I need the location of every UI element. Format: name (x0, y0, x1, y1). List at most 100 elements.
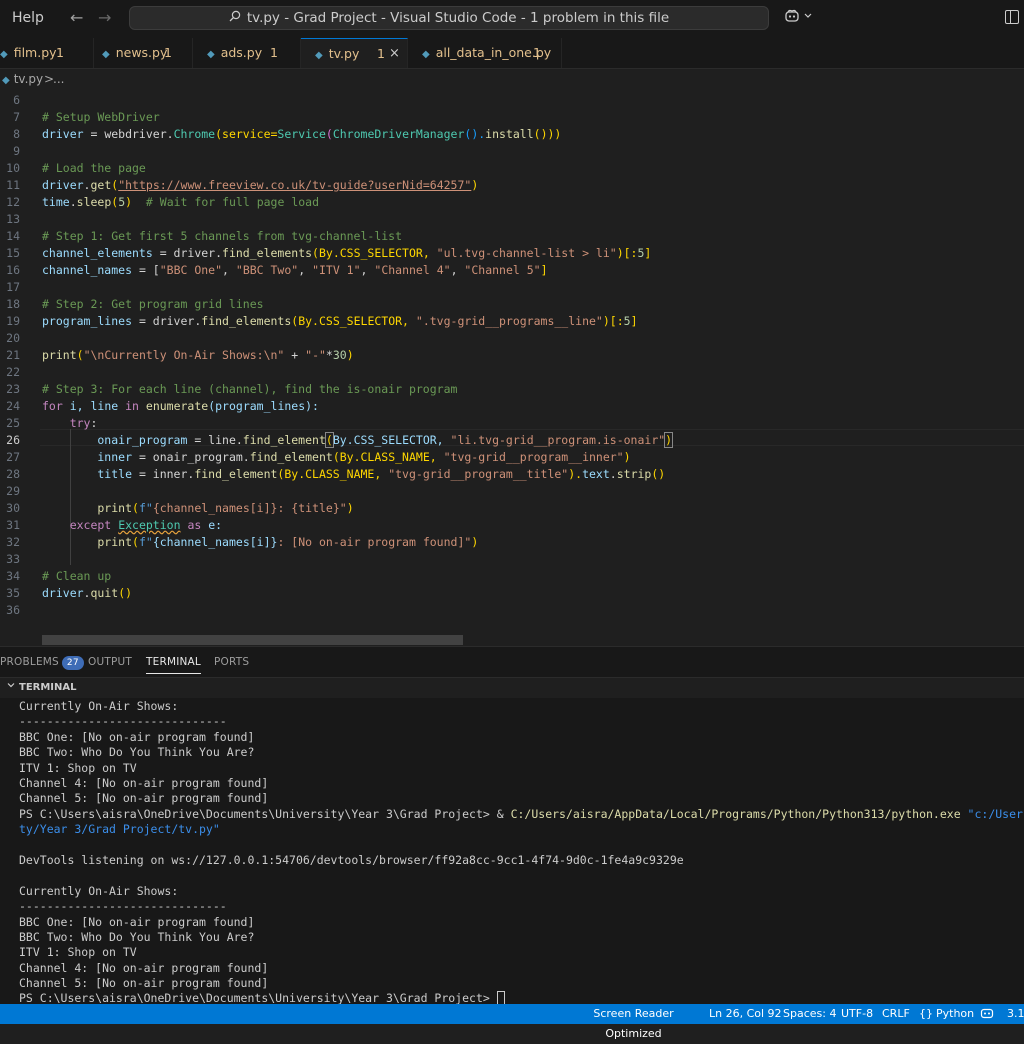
tab-news-py[interactable]: ◆ news.py 1 (94, 38, 193, 68)
line-number: 6 (13, 93, 20, 107)
line-number: 33 (6, 552, 20, 566)
code-text: onair_program = line.find_element(By.CSS… (42, 432, 674, 448)
code-text: program_lines = driver.find_elements(By.… (42, 314, 638, 328)
tab-all-data-in-one-py[interactable]: ◆ all_data_in_one.py 1 (408, 38, 562, 68)
line-number: 24 (6, 399, 20, 413)
line-number: 23 (6, 382, 20, 396)
line-number: 19 (6, 314, 20, 328)
terminal-line: BBC One: [No on-air program found] (19, 915, 255, 929)
tab-label: tv.py (328, 46, 360, 61)
line-number: 7 (13, 110, 20, 124)
breadcrumb-symbol[interactable]: ... (53, 72, 64, 86)
command-center-text: tv.py - Grad Project - Visual Studio Cod… (246, 10, 670, 26)
terminal-command-line-wrap: ty/Year 3/Grad Project/tv.py" (19, 822, 220, 836)
code-text: print(f"{channel_names[i]}: {title}") (42, 501, 354, 515)
breadcrumb-file-label: tv.py (13, 72, 44, 86)
python-file-icon: ◆ (2, 75, 10, 86)
status-bar-right: Ln 26, Col 92 Spaces: 4 UTF-8 CRLF {} Py… (702, 1004, 1024, 1024)
braces-icon: {} (919, 1007, 933, 1020)
status-bar: Screen Reader Optimized Ln 26, Col 92 Sp… (0, 1004, 1024, 1040)
code-text: channel_elements = driver.find_elements(… (42, 246, 652, 260)
code-text: title = inner.find_element(By.CLASS_NAME… (42, 467, 666, 481)
terminal-line: BBC One: [No on-air program found] (19, 730, 255, 744)
problem-squiggle[interactable]: Exception (118, 518, 180, 532)
line-number: 9 (13, 144, 20, 158)
line-number: 15 (6, 246, 20, 260)
chevron-down-icon[interactable] (804, 11, 812, 22)
breadcrumb-file[interactable]: ◆ tv.py (2, 72, 43, 86)
line-number: 27 (6, 450, 20, 464)
line-number: 10 (6, 161, 20, 175)
indentation-setting[interactable]: Spaces: 4 (783, 1007, 836, 1020)
command-center-search[interactable]: tv.py - Grad Project - Visual Studio Cod… (129, 6, 769, 30)
code-text: # Step 1: Get first 5 channels from tvg-… (42, 229, 403, 243)
editor-tab-bar: ◆ film.py 1 ◆ news.py 1 ◆ ads.py 1 ◆ tv.py 1… (0, 38, 1024, 69)
tab-ads-py[interactable]: ◆ ads.py 1 (193, 38, 301, 68)
bottom-panel: PROBLEMS 27 OUTPUT TERMINAL PORTS TERMINA… (0, 646, 1024, 1006)
close-icon[interactable]: × (389, 39, 400, 69)
terminal-line: ------------------------------ (19, 714, 227, 728)
terminal-line: ------------------------------ (19, 899, 227, 913)
tab-output[interactable]: OUTPUT (88, 656, 132, 668)
line-number: 14 (6, 229, 20, 243)
python-version[interactable]: 3.13 (1007, 1007, 1024, 1020)
terminal-line: DevTools listening on ws://127.0.0.1:547… (19, 853, 684, 867)
search-icon (229, 8, 241, 30)
chevron-down-icon[interactable] (6, 680, 16, 693)
line-number: 18 (6, 297, 20, 311)
tab-problems-label: PROBLEMS (0, 656, 59, 668)
line-number: 17 (6, 280, 20, 294)
line-number: 16 (6, 263, 20, 277)
tab-problems[interactable]: PROBLEMS 27 (0, 656, 84, 670)
tab-label: news.py (115, 45, 168, 60)
code-text: # Step 2: Get program grid lines (42, 297, 264, 311)
terminal-line: BBC Two: Who Do You Think You Are? (19, 930, 255, 944)
line-number: 25 (6, 416, 20, 430)
breadcrumb: ◆ tv.py > ... (0, 69, 1024, 89)
code-text: # Clean up (42, 569, 112, 583)
tab-problem-count: 1 (377, 46, 385, 61)
tab-ports[interactable]: PORTS (214, 656, 249, 668)
copilot-status-icon[interactable] (980, 1007, 994, 1022)
python-file-icon: ◆ (315, 50, 323, 61)
url-link[interactable]: "https://www.freeview.co.uk/tv-guide?use… (118, 178, 471, 192)
line-number: 20 (6, 331, 20, 345)
menu-help[interactable]: Help (12, 10, 44, 26)
tab-tv-py[interactable]: ◆ tv.py 1 × (301, 38, 408, 68)
screen-reader-status[interactable]: Screen Reader Optimized (565, 1004, 702, 1040)
line-number: 21 (6, 348, 20, 362)
title-bar: Help ← → tv.py - Grad Project - Visual S… (0, 0, 1024, 38)
terminal-section-header[interactable]: TERMINAL (0, 677, 1024, 698)
line-number: 32 (6, 535, 20, 549)
encoding[interactable]: UTF-8 (841, 1007, 873, 1020)
line-number: 30 (6, 501, 20, 515)
back-arrow-icon[interactable]: ← (70, 8, 83, 27)
line-number: 13 (6, 212, 20, 226)
line-number: 8 (13, 127, 20, 141)
tab-label: ads.py (220, 45, 263, 60)
code-text: driver = webdriver.Chrome(service=Servic… (42, 127, 562, 141)
code-text: # Step 3: For each line (channel), find … (42, 382, 458, 396)
line-number: 35 (6, 586, 20, 600)
code-text: # Load the page (42, 161, 146, 175)
code-text: print(f"{channel_names[i]}: [No on-air p… (42, 535, 479, 549)
code-editor[interactable]: 6 7 # Setup WebDriver 8 driver = webdriver… (0, 92, 1024, 645)
language-mode[interactable]: Python (936, 1007, 974, 1020)
line-number: 36 (6, 603, 20, 617)
tab-label: film.py (13, 45, 57, 60)
copilot-icon[interactable] (784, 9, 800, 27)
tab-terminal[interactable]: TERMINAL (146, 656, 201, 674)
code-text: for i, line in enumerate(program_lines): (42, 399, 319, 413)
layout-toggle-icon[interactable] (1005, 10, 1019, 24)
python-file-icon: ◆ (0, 49, 8, 60)
terminal-line: Channel 4: [No on-air program found] (19, 961, 269, 975)
horizontal-scrollbar[interactable] (42, 635, 463, 645)
line-ending[interactable]: CRLF (882, 1007, 910, 1020)
line-number: 11 (6, 178, 20, 192)
forward-arrow-icon[interactable]: → (98, 8, 111, 27)
line-number: 12 (6, 195, 20, 209)
cursor-position[interactable]: Ln 26, Col 92 (709, 1007, 782, 1020)
line-number: 26 (6, 433, 20, 447)
line-number: 31 (6, 518, 20, 532)
tab-film-py[interactable]: ◆ film.py 1 (0, 38, 94, 68)
